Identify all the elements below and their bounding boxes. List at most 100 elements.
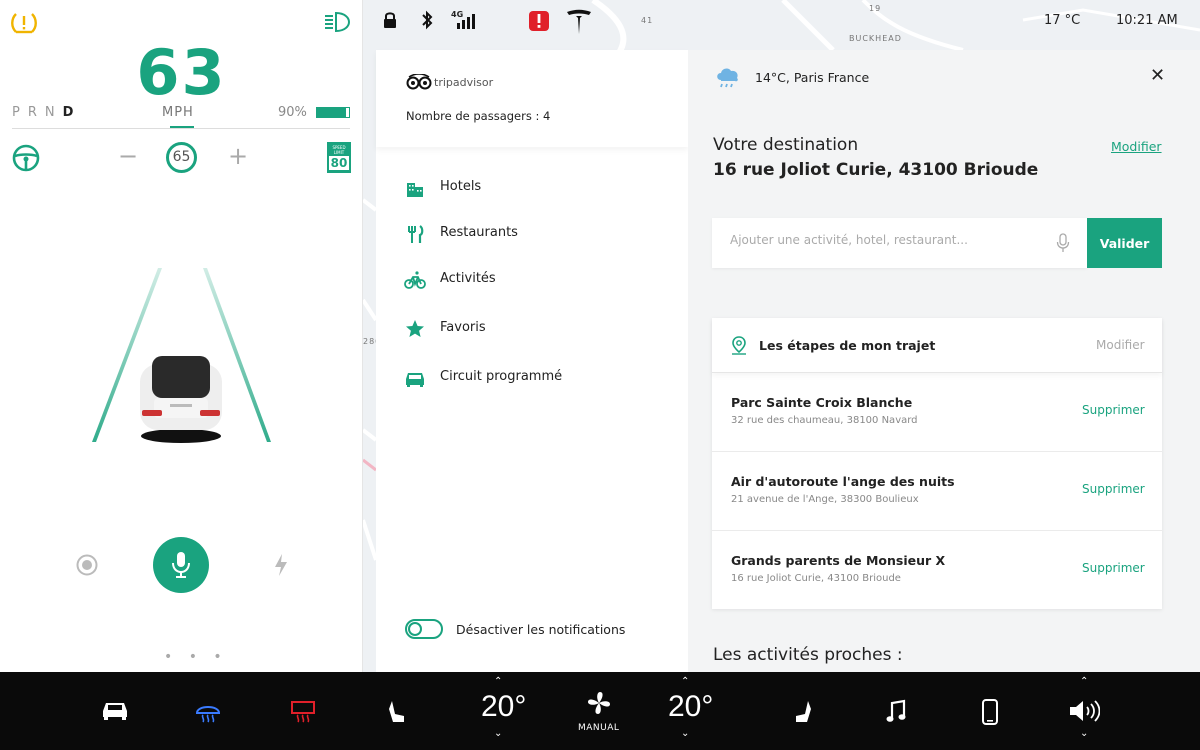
outside-temperature: 17 °C xyxy=(1044,13,1081,28)
activity-search-box xyxy=(712,218,1087,268)
right-temperature: 20° xyxy=(668,690,714,723)
menu-item-favorites[interactable]: Favoris xyxy=(404,314,664,344)
destination-address: 16 rue Joliot Curie, 43100 Brioude xyxy=(713,160,1039,180)
building-icon xyxy=(407,183,423,197)
speed-limit-sign: SPEED LIMIT 80 xyxy=(327,142,351,173)
modify-steps-link[interactable]: Modifier xyxy=(1096,338,1145,352)
page-indicator: • • • xyxy=(164,649,228,665)
notifications-toggle[interactable] xyxy=(405,619,443,639)
step-address: 21 avenue de l'Ange, 38300 Boulieux xyxy=(731,494,919,505)
seat-heater-right-icon[interactable] xyxy=(792,699,814,725)
star-icon xyxy=(406,320,424,337)
car-controls-icon[interactable] xyxy=(100,699,130,721)
fan-icon[interactable] xyxy=(586,690,612,716)
menu-item-label: Activités xyxy=(440,271,496,286)
destination-panel: 14°C, Paris France ✕ Votre destination 1… xyxy=(688,50,1200,672)
instrument-panel: 63 PRND MPH 90% − 65 + SPEED LIMIT 80 • … xyxy=(0,0,363,672)
headlight-icon xyxy=(325,11,351,33)
gear-d: D xyxy=(62,105,82,120)
gear-n: N xyxy=(44,105,63,120)
left-temp-down-button[interactable]: ⌄ xyxy=(494,728,502,739)
map-pin-icon xyxy=(732,336,746,355)
step-address: 16 rue Joliot Curie, 43100 Brioude xyxy=(731,573,901,584)
menu-item-hotels[interactable]: Hotels xyxy=(404,173,664,203)
trip-steps-header: Les étapes de mon trajet Modifier xyxy=(712,318,1162,373)
dashcam-icon[interactable] xyxy=(76,554,98,576)
destination-heading: Votre destination xyxy=(713,135,859,155)
seat-heater-left-icon[interactable] xyxy=(386,699,408,725)
microphone-icon[interactable] xyxy=(1056,233,1070,253)
front-defrost-icon[interactable] xyxy=(195,699,221,723)
volume-up-button[interactable]: ⌃ xyxy=(1080,676,1088,687)
cruise-set-speed[interactable]: 65 xyxy=(166,142,197,173)
phone-icon[interactable] xyxy=(980,699,1000,725)
speed-limit-value: 80 xyxy=(329,156,349,170)
close-icon[interactable]: ✕ xyxy=(1150,65,1165,86)
trip-menu-header: tripadvisor Nombre de passagers : 4 xyxy=(376,50,688,147)
delete-step-button[interactable]: Supprimer xyxy=(1082,482,1145,496)
activity-search-input[interactable] xyxy=(730,233,1040,247)
divider xyxy=(12,128,350,129)
right-temp-down-button[interactable]: ⌄ xyxy=(681,728,689,739)
trip-menu-panel: tripadvisor Nombre de passagers : 4 Hote… xyxy=(376,50,688,672)
modify-destination-link[interactable]: Modifier xyxy=(1111,139,1162,154)
rear-defrost-icon[interactable] xyxy=(290,699,316,723)
right-temp-up-button[interactable]: ⌃ xyxy=(681,676,689,687)
gear-r: R xyxy=(27,105,45,120)
tesla-logo-icon[interactable] xyxy=(565,8,593,36)
steering-wheel-icon[interactable] xyxy=(12,144,40,172)
menu-item-activities[interactable]: Activités xyxy=(404,265,664,295)
battery-percent: 90% xyxy=(278,105,307,120)
car-icon xyxy=(406,373,424,387)
delete-step-button[interactable]: Supprimer xyxy=(1082,403,1145,417)
speed-unit: MPH xyxy=(162,105,194,120)
bluetooth-icon[interactable] xyxy=(421,10,433,30)
toggle-knob xyxy=(408,622,422,636)
step-address: 32 rue des chaumeau, 38100 Navard xyxy=(731,415,918,426)
tripadvisor-logo[interactable]: tripadvisor xyxy=(406,74,506,92)
weather-info: 14°C, Paris France xyxy=(755,70,870,85)
lock-icon[interactable] xyxy=(383,11,397,29)
status-bar: 4G 17 °C 10:21 AM xyxy=(363,0,1200,50)
owl-logo-icon xyxy=(406,74,432,90)
rain-cloud-icon xyxy=(717,68,738,88)
logo-text: tripadvisor xyxy=(434,76,494,89)
left-temp-up-button[interactable]: ⌃ xyxy=(494,676,502,687)
speedometer-value: 63 xyxy=(136,36,227,109)
menu-item-label: Circuit programmé xyxy=(440,369,563,384)
clock: 10:21 AM xyxy=(1116,13,1178,28)
notifications-toggle-label: Désactiver les notifications xyxy=(456,622,626,637)
volume-down-button[interactable]: ⌄ xyxy=(1080,728,1088,739)
bicycle-icon xyxy=(404,271,426,289)
trip-step: Grands parents de Monsieur X 16 rue Joli… xyxy=(712,531,1162,610)
menu-item-label: Favoris xyxy=(440,320,486,335)
menu-item-circuit[interactable]: Circuit programmé xyxy=(404,363,664,393)
microphone-icon xyxy=(172,552,190,578)
volume-icon[interactable] xyxy=(1068,698,1100,724)
submit-button[interactable]: Valider xyxy=(1087,218,1162,268)
delete-step-button[interactable]: Supprimer xyxy=(1082,561,1145,575)
battery-fill xyxy=(317,108,346,117)
trip-step: Parc Sainte Croix Blanche 32 rue des cha… xyxy=(712,373,1162,452)
cruise-increase-button[interactable]: + xyxy=(228,142,248,170)
nearby-activities-heading: Les activités proches : xyxy=(713,645,903,665)
gear-selector[interactable]: PRND xyxy=(12,105,81,120)
fan-mode-label: MANUAL xyxy=(578,723,620,733)
trip-steps-card: Les étapes de mon trajet Modifier Parc S… xyxy=(712,318,1162,609)
charging-bolt-icon[interactable] xyxy=(272,553,290,577)
voice-command-button[interactable] xyxy=(153,537,209,593)
battery-gauge xyxy=(316,107,350,118)
gear-p: P xyxy=(12,105,28,120)
trip-step: Air d'autoroute l'ange des nuits 21 aven… xyxy=(712,452,1162,531)
menu-item-label: Hotels xyxy=(440,179,482,194)
cruise-decrease-button[interactable]: − xyxy=(118,142,138,170)
fork-knife-icon xyxy=(408,225,424,243)
menu-item-restaurants[interactable]: Restaurants xyxy=(404,219,664,249)
step-name: Grands parents de Monsieur X xyxy=(731,553,946,568)
alert-icon[interactable] xyxy=(528,10,550,32)
autopilot-visualization xyxy=(92,268,271,443)
tire-pressure-warning-icon xyxy=(11,13,37,34)
speed-limit-label: SPEED LIMIT xyxy=(332,145,346,155)
trip-steps-title: Les étapes de mon trajet xyxy=(759,338,936,353)
music-note-icon[interactable] xyxy=(885,699,907,725)
